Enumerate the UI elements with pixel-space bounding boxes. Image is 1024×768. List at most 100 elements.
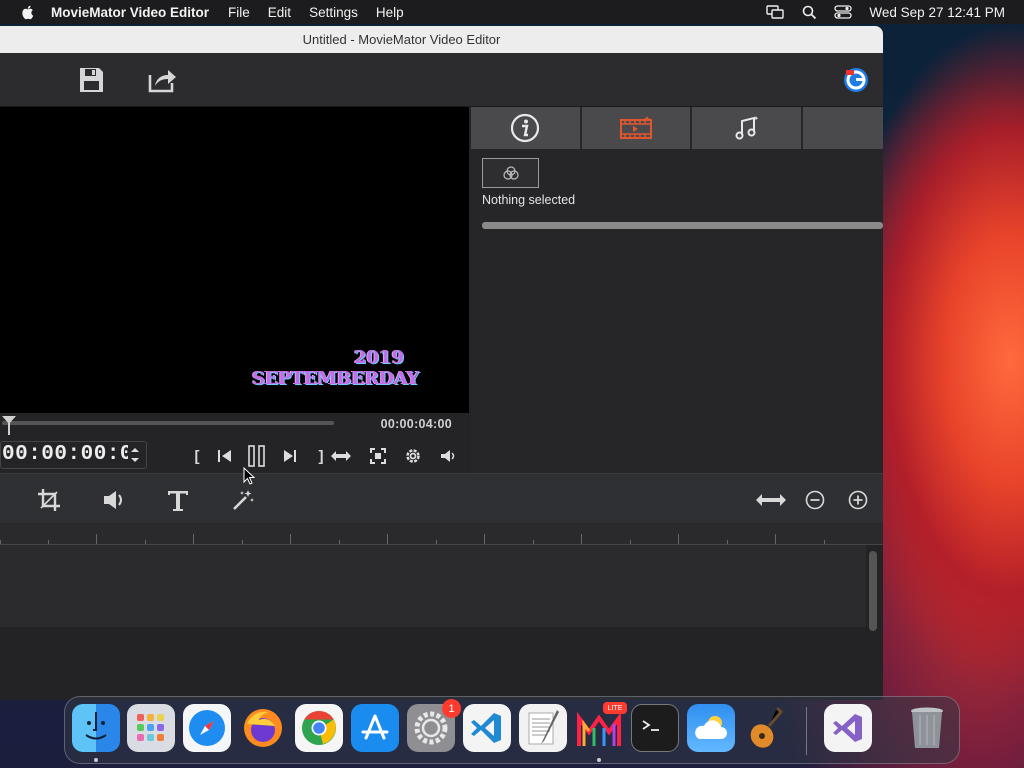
tab-audio-filters[interactable] bbox=[692, 107, 802, 149]
dock-vscode[interactable] bbox=[463, 704, 511, 752]
dock-app-store[interactable] bbox=[351, 704, 399, 752]
safari-compass-icon bbox=[189, 710, 225, 746]
timecode-input[interactable]: 00:00:00:00 bbox=[2, 443, 128, 467]
menu-settings[interactable]: Settings bbox=[309, 5, 358, 20]
main-toolbar bbox=[0, 53, 883, 107]
textedit-pen-icon bbox=[528, 710, 559, 745]
launchpad-icon bbox=[137, 714, 164, 741]
text-t-icon bbox=[168, 491, 188, 511]
moviemator-logo bbox=[843, 67, 869, 93]
mark-out-button[interactable]: ] bbox=[310, 445, 332, 467]
zoom-in-icon bbox=[848, 490, 868, 510]
screen-mirroring-icon[interactable] bbox=[765, 4, 785, 20]
crop-icon bbox=[38, 489, 60, 511]
timeline-ruler[interactable] bbox=[0, 523, 883, 545]
dock-safari[interactable] bbox=[183, 704, 231, 752]
trash-icon bbox=[911, 707, 943, 748]
video-preview[interactable]: 2019 SEPTEMBERDAY bbox=[0, 107, 469, 413]
dock-firefox[interactable] bbox=[239, 704, 287, 752]
dock-trash[interactable] bbox=[903, 704, 951, 752]
horizontal-arrows-icon bbox=[756, 494, 786, 506]
dock-system-settings[interactable]: 1 bbox=[407, 699, 461, 752]
timeline-scrollbar[interactable] bbox=[869, 551, 877, 631]
volume-button[interactable] bbox=[438, 445, 460, 467]
dock-textedit[interactable] bbox=[519, 704, 567, 752]
fit-timeline-button[interactable] bbox=[755, 487, 787, 513]
fullscreen-button[interactable] bbox=[367, 445, 389, 467]
playhead-icon[interactable] bbox=[1, 415, 17, 435]
preview-settings-button[interactable] bbox=[402, 445, 424, 467]
horizontal-arrows-icon bbox=[331, 451, 351, 461]
guitar-icon bbox=[750, 706, 784, 748]
play-forward-icon bbox=[284, 450, 296, 462]
music-note-icon bbox=[735, 116, 759, 140]
dock: 1 LITE bbox=[64, 696, 960, 764]
step-back-icon bbox=[218, 450, 231, 462]
app-window: Untitled - MovieMator Video Editor 2019 … bbox=[0, 26, 883, 700]
pause-button[interactable] bbox=[246, 445, 268, 467]
preview-scrubber[interactable]: 00:00:04:00 bbox=[0, 413, 469, 439]
save-button[interactable] bbox=[76, 65, 106, 95]
effects-button[interactable] bbox=[230, 487, 256, 513]
properties-panel: Nothing selected bbox=[471, 107, 883, 473]
menu-bar: MovieMator Video Editor File Edit Settin… bbox=[0, 0, 1024, 24]
window-title: Untitled - MovieMator Video Editor bbox=[0, 26, 883, 53]
step-back-button[interactable] bbox=[214, 445, 236, 467]
dock-pdf-lite[interactable]: LITE bbox=[575, 702, 627, 752]
apple-icon[interactable] bbox=[19, 3, 37, 21]
menu-edit[interactable]: Edit bbox=[268, 5, 291, 20]
weather-cloud-icon bbox=[695, 716, 727, 739]
tab-extra[interactable] bbox=[803, 107, 883, 149]
app-store-icon bbox=[361, 714, 389, 740]
dock-weather[interactable] bbox=[687, 704, 735, 752]
menu-help[interactable]: Help bbox=[376, 5, 404, 20]
panel-scrollbar[interactable] bbox=[482, 222, 883, 229]
export-button[interactable] bbox=[146, 65, 176, 95]
vscode-icon bbox=[471, 713, 501, 743]
dock-launchpad[interactable] bbox=[127, 704, 175, 752]
step-forward-button[interactable] bbox=[278, 445, 300, 467]
dock-chrome[interactable] bbox=[295, 704, 343, 752]
spotlight-search-icon[interactable] bbox=[799, 4, 819, 20]
zoom-in-button[interactable] bbox=[845, 487, 871, 513]
control-center-icon[interactable] bbox=[833, 4, 853, 20]
finder-icon bbox=[85, 712, 107, 740]
dock-separator bbox=[806, 707, 807, 755]
crop-button[interactable] bbox=[36, 487, 62, 513]
dock-terminal[interactable] bbox=[631, 704, 679, 752]
transport-controls: 00:00:00:00 [ ] bbox=[0, 439, 469, 473]
panel-tabs bbox=[471, 107, 883, 149]
video-track[interactable] bbox=[0, 545, 866, 627]
text-button[interactable] bbox=[165, 487, 191, 513]
scrubber-track[interactable] bbox=[2, 421, 334, 425]
menu-file[interactable]: File bbox=[228, 5, 250, 20]
speaker-icon bbox=[441, 450, 455, 462]
fit-width-button[interactable] bbox=[330, 445, 352, 467]
audio-button[interactable] bbox=[101, 487, 127, 513]
gear-icon bbox=[406, 449, 420, 463]
dock-garageband[interactable] bbox=[743, 704, 791, 752]
film-strip-icon bbox=[620, 116, 653, 139]
chrome-icon bbox=[302, 711, 336, 745]
dock-visual-studio[interactable] bbox=[824, 704, 872, 752]
fullscreen-icon bbox=[370, 448, 386, 464]
dock-finder[interactable] bbox=[72, 704, 120, 752]
color-circles-icon bbox=[502, 166, 519, 180]
zoom-out-button[interactable] bbox=[802, 487, 828, 513]
filter-thumbnail[interactable] bbox=[482, 158, 539, 188]
firefox-icon bbox=[244, 709, 282, 747]
zoom-out-icon bbox=[805, 490, 825, 510]
share-export-icon bbox=[148, 70, 176, 93]
timecode-stepper-icon[interactable] bbox=[128, 443, 142, 467]
menu-bar-clock[interactable]: Wed Sep 27 12:41 PM bbox=[869, 5, 1005, 20]
mark-in-button[interactable]: [ bbox=[186, 445, 208, 467]
rainbow-m-icon bbox=[577, 711, 621, 746]
preview-overlay-year: 2019 bbox=[354, 347, 405, 368]
tab-info[interactable] bbox=[471, 107, 580, 149]
speaker-icon bbox=[104, 491, 122, 509]
tab-video-filters[interactable] bbox=[581, 107, 691, 149]
info-icon bbox=[511, 113, 540, 143]
pause-icon bbox=[248, 445, 265, 467]
timeline-tracks[interactable] bbox=[0, 545, 883, 700]
app-name-menu[interactable]: MovieMator Video Editor bbox=[51, 5, 209, 20]
